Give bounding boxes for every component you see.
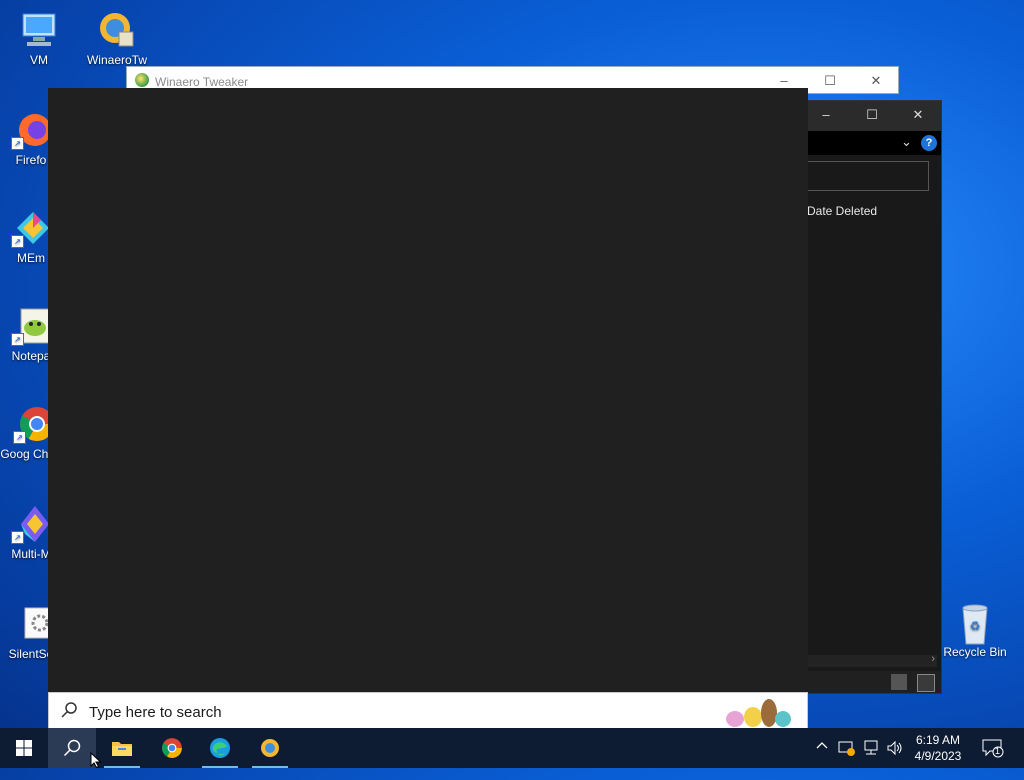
winaero-icon <box>261 739 279 757</box>
network-icon[interactable] <box>862 739 880 779</box>
clock-time: 6:19 AM <box>915 733 961 747</box>
chrome-icon: ↗ <box>13 404 54 444</box>
taskbar-edge[interactable] <box>196 728 244 768</box>
notification-count-badge: 1 <box>995 746 1001 756</box>
svg-text:♻: ♻ <box>970 619 981 633</box>
clock-date: 4/9/2023 <box>914 749 962 763</box>
search-flyout-panel <box>48 88 808 692</box>
window-title: Winaero Tweaker <box>155 75 249 89</box>
taskbar-winaero-tweaker[interactable] <box>246 728 294 768</box>
search-icon <box>63 739 81 757</box>
computer-icon <box>19 10 59 50</box>
minimize-button[interactable]: – <box>803 101 849 129</box>
shortcut-arrow-icon: ↗ <box>13 431 26 444</box>
close-button[interactable]: ✕ <box>853 67 899 95</box>
desktop-icon-label: Recycle Bin <box>943 645 1007 659</box>
shortcut-arrow-icon: ↗ <box>11 531 24 544</box>
desktop-icon-label: VM <box>30 53 48 67</box>
chrome-icon <box>162 738 182 758</box>
large-icons-view-icon[interactable] <box>917 674 935 692</box>
search-icon <box>61 702 77 723</box>
shortcut-arrow-icon: ↗ <box>11 333 24 346</box>
maximize-button[interactable]: ☐ <box>849 101 895 129</box>
start-button[interactable] <box>0 728 48 768</box>
search-input[interactable] <box>87 699 691 725</box>
volume-icon[interactable] <box>886 739 904 779</box>
multi-memu-icon: ↗ <box>11 504 51 544</box>
desktop-icon-label: WinaeroTw <box>86 53 148 67</box>
desktop-icon-vm[interactable]: VM <box>4 10 74 67</box>
column-header-date-deleted[interactable]: Date Deleted <box>807 204 877 218</box>
firefox-icon: ↗ <box>11 110 51 150</box>
show-hidden-icons-chevron-icon[interactable] <box>816 740 828 780</box>
action-center-button[interactable]: 1 <box>982 738 1004 778</box>
setup-icon <box>11 604 56 644</box>
desktop-icon-recycle-bin[interactable]: ♻ Recycle Bin <box>940 602 1010 659</box>
winaero-icon <box>135 73 149 87</box>
system-clock[interactable]: 6:19 AM 4/9/2023 <box>908 732 968 764</box>
taskbar-search-button[interactable] <box>48 728 96 768</box>
search-input[interactable] <box>807 161 929 191</box>
windows-logo-icon <box>16 740 32 756</box>
maximize-button[interactable]: ☐ <box>807 67 853 95</box>
security-alert-icon[interactable] <box>838 739 856 779</box>
memu-icon: ↗ <box>11 208 51 248</box>
desktop-icon-winaero[interactable]: WinaeroTw <box>82 10 152 67</box>
notepad-plus-icon: ↗ <box>11 306 51 346</box>
edge-icon <box>210 738 230 758</box>
close-button[interactable]: ✕ <box>895 101 941 129</box>
folder-icon <box>112 742 132 756</box>
taskbar: 6:19 AM 4/9/2023 1 <box>0 728 1024 768</box>
taskbar-file-explorer[interactable] <box>98 728 146 768</box>
search-highlight-easter-icon <box>723 695 803 727</box>
details-view-icon[interactable] <box>891 674 907 690</box>
taskbar-chrome[interactable] <box>148 728 196 768</box>
mouse-cursor-icon <box>90 752 102 768</box>
chevron-right-icon[interactable]: › <box>931 653 935 665</box>
chevron-down-icon[interactable]: ⌄ <box>901 134 912 150</box>
help-icon[interactable]: ? <box>921 135 937 151</box>
shortcut-arrow-icon: ↗ <box>11 235 24 248</box>
shortcut-arrow-icon: ↗ <box>11 137 24 150</box>
search-box[interactable] <box>48 692 808 730</box>
horizontal-scrollbar[interactable]: › <box>807 653 937 667</box>
recycle-bin-icon: ♻ <box>955 602 995 645</box>
notification-icon <box>982 739 1004 758</box>
winaero-icon <box>97 10 137 50</box>
